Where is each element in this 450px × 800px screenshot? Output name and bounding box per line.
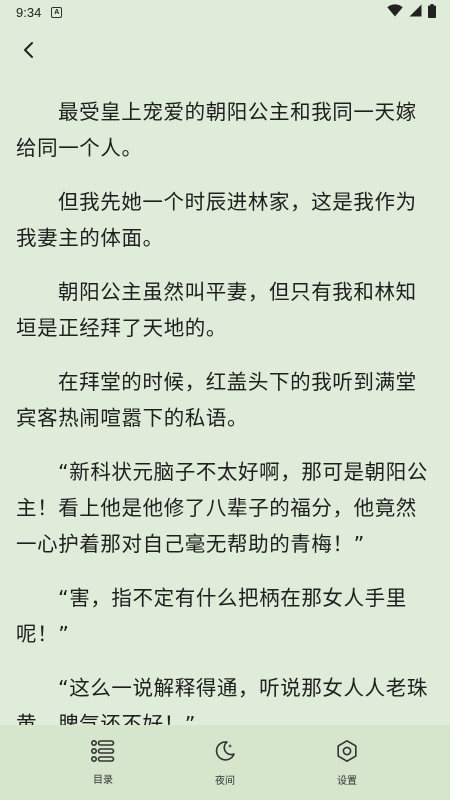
paragraph: 在拜堂的时候，红盖头下的我听到满堂宾客热闹喧嚣下的私语。	[16, 370, 417, 430]
catalog-button[interactable]: 目录	[73, 739, 133, 786]
chapter-content: 最受皇上宠爱的朝阳公主和我同一天嫁给同一个人。 但我先她一个时辰进林家，这是我作…	[16, 94, 436, 726]
notification-icon: A	[51, 6, 63, 18]
settings-button[interactable]: 设置	[317, 739, 377, 787]
paragraph: “害，指不定有什么把柄在那女人手里呢！”	[16, 586, 407, 646]
battery-icon	[428, 3, 436, 21]
settings-label: 设置	[337, 775, 357, 787]
top-bar	[0, 24, 450, 80]
status-bar: 9:34 A	[0, 0, 450, 24]
bottom-toolbar: 目录 夜间 设置	[0, 725, 450, 800]
status-right	[387, 3, 436, 21]
moon-icon	[213, 739, 237, 767]
gear-icon	[335, 739, 359, 767]
night-mode-label: 夜间	[215, 775, 235, 787]
catalog-icon	[90, 739, 115, 766]
paragraph: 朝阳公主虽然叫平妻，但只有我和林知垣是正经拜了天地的。	[16, 280, 417, 340]
chevron-left-icon	[22, 41, 34, 63]
night-mode-button[interactable]: 夜间	[195, 739, 255, 787]
paragraph: “这么一说解释得通，听说那女人人老珠黄，脾气还不好！”	[16, 676, 428, 726]
back-button[interactable]	[14, 38, 42, 66]
paragraph: 但我先她一个时辰进林家，这是我作为我妻主的体面。	[16, 190, 417, 250]
wifi-icon	[387, 4, 403, 20]
signal-icon	[409, 4, 422, 20]
paragraph: “新科状元脑子不太好啊，那可是朝阳公主！看上他是他修了八辈子的福分，他竟然一心护…	[16, 460, 428, 556]
status-time: 9:34	[16, 4, 42, 20]
status-left: 9:34 A	[16, 4, 63, 20]
catalog-label: 目录	[93, 774, 113, 786]
paragraph: 最受皇上宠爱的朝阳公主和我同一天嫁给同一个人。	[16, 100, 417, 160]
